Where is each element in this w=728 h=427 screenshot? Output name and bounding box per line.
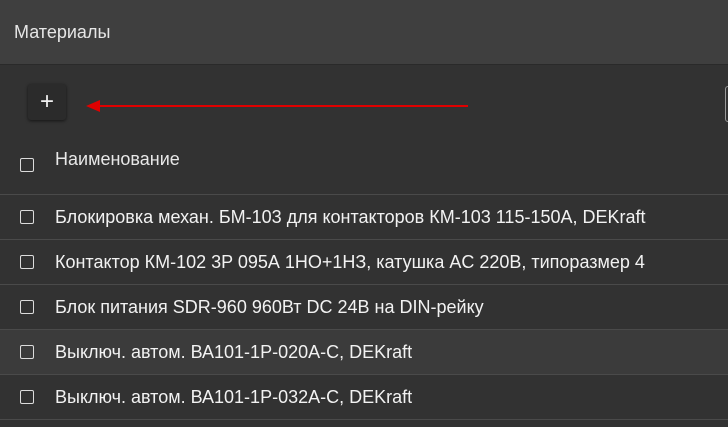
table-row[interactable]: Выключ. автом. ВА101-1P-020A-C, DEKraft: [0, 330, 728, 375]
row-checkbox[interactable]: [20, 390, 34, 404]
add-button[interactable]: +: [28, 84, 66, 120]
table-header-row: Наименование: [0, 134, 728, 195]
plus-icon: +: [39, 88, 54, 115]
row-checkbox[interactable]: [20, 345, 34, 359]
row-checkbox[interactable]: [20, 255, 34, 269]
page-title: Материалы: [14, 22, 111, 42]
column-header-name[interactable]: Наименование: [55, 149, 180, 170]
table-row[interactable]: Блок питания SDR-960 960Вт DC 24В на DIN…: [0, 285, 728, 330]
row-name: Выключ. автом. ВА101-1P-020A-C, DEKraft: [55, 342, 413, 362]
row-name: Блок питания SDR-960 960Вт DC 24В на DIN…: [55, 297, 484, 317]
red-arrow-annotation: [86, 100, 468, 112]
row-name: Блокировка механ. БМ-103 для контакторов…: [55, 207, 646, 227]
table-row[interactable]: Выключ. автом. ВА101-1P-032A-C, DEKraft: [0, 375, 728, 420]
row-name: Контактор КМ-102 3P 095А 1НО+1НЗ, катушк…: [55, 252, 645, 272]
row-checkbox[interactable]: [20, 210, 34, 224]
row-checkbox[interactable]: [20, 300, 34, 314]
row-name: Выключ. автом. ВА101-1P-032A-C, DEKraft: [55, 387, 413, 407]
select-all-checkbox[interactable]: [20, 158, 34, 172]
app-header: Материалы: [0, 0, 728, 65]
table-row[interactable]: Контактор КМ-102 3P 095А 1НО+1НЗ, катушк…: [0, 240, 728, 285]
table-row[interactable]: Блокировка механ. БМ-103 для контакторов…: [0, 195, 728, 240]
